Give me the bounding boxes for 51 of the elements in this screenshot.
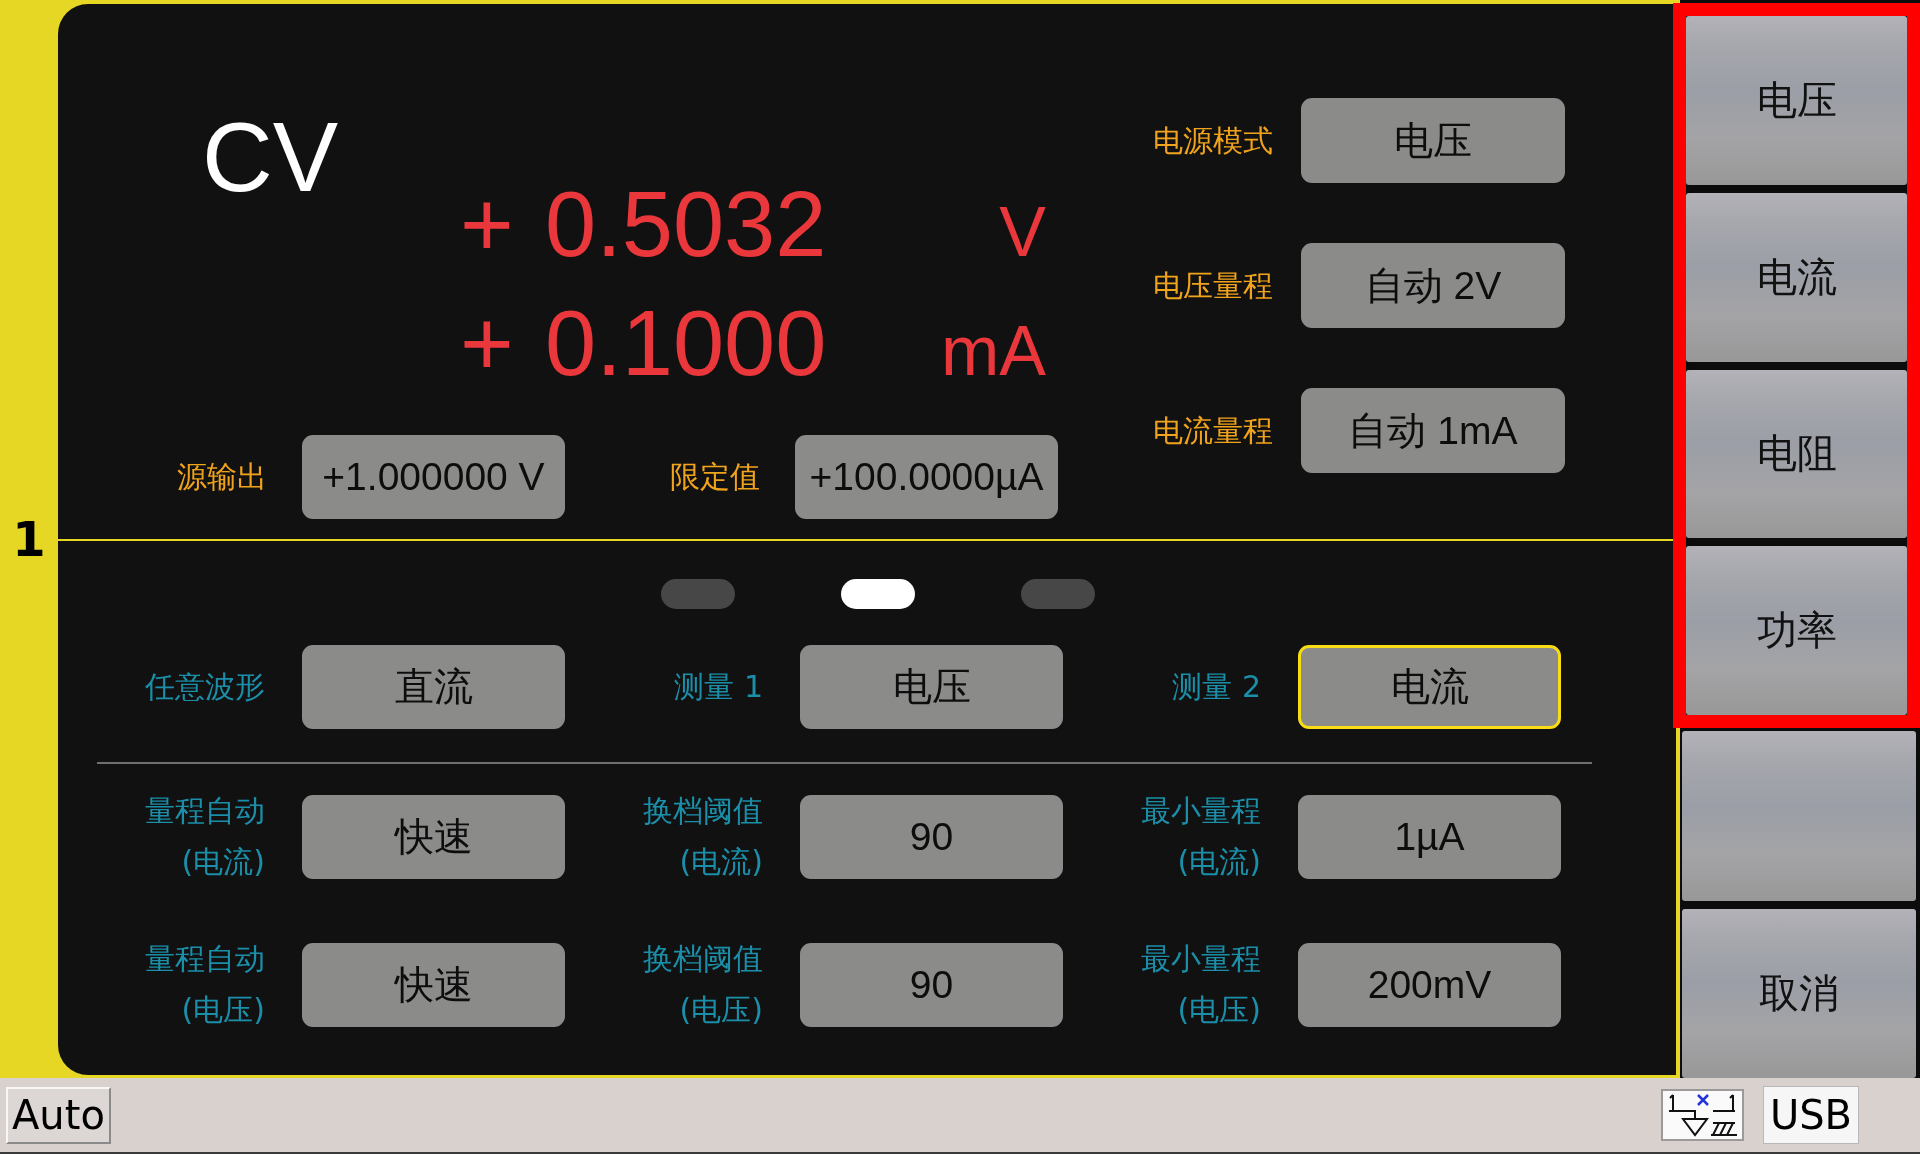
mode-label: CV [202, 108, 339, 206]
setting-label: 源输出 [177, 458, 267, 496]
setting-label: 最小量程 [1141, 940, 1261, 978]
softkey-button[interactable]: 功率 [1686, 546, 1907, 715]
softkey-button[interactable]: 电压 [1686, 16, 1907, 185]
setting-label: 电源模式 [1153, 121, 1273, 160]
setting-label: 量程自动 [145, 792, 265, 830]
reading-unit: mA [941, 316, 1046, 386]
setting-label: 测量 2 [1172, 668, 1261, 706]
setting-label: 最小量程 [1141, 792, 1261, 830]
value-button[interactable]: +100.0000µA [795, 435, 1058, 519]
reading-value: 0.5032 [545, 178, 827, 270]
value-button[interactable]: 电压 [800, 645, 1063, 729]
setting-qualifier: (电流) [679, 843, 763, 881]
softkey-button[interactable]: 取消 [1682, 908, 1916, 1078]
value-button[interactable]: 200mV [1298, 942, 1561, 1027]
value-button[interactable]: 自动 1mA [1301, 388, 1565, 473]
setting-label: 量程自动 [145, 940, 265, 978]
connection-indicator: USB [1762, 1086, 1859, 1144]
value-button[interactable]: +1.000000 V [302, 435, 565, 519]
value-button[interactable]: 自动 2V [1301, 243, 1565, 328]
setting-qualifier: (电流) [181, 843, 265, 881]
value-button[interactable]: 电流 [1298, 645, 1561, 729]
mode-indicator: Auto [6, 1086, 111, 1144]
channel-number: 1 [12, 515, 46, 563]
setting-label: 电流量程 [1153, 411, 1273, 450]
setting-label: 任意波形 [145, 668, 265, 706]
softkey-button[interactable]: 电阻 [1686, 369, 1907, 539]
value-button[interactable]: 90 [800, 942, 1063, 1027]
blank-softkey[interactable] [1682, 731, 1916, 901]
value-button[interactable]: 直流 [302, 645, 565, 729]
setting-qualifier: (电压) [181, 991, 265, 1029]
setting-label: 换档阈值 [643, 792, 763, 830]
setting-label: 测量 1 [674, 668, 763, 706]
setting-qualifier: (电压) [679, 991, 763, 1029]
value-button[interactable]: 电压 [1301, 98, 1565, 183]
setting-qualifier: (电压) [1177, 991, 1261, 1029]
reading-sign: + [460, 297, 514, 389]
softkey-button[interactable]: 电流 [1686, 192, 1907, 362]
setting-label: 换档阈值 [643, 940, 763, 978]
reading-value: 0.1000 [545, 297, 827, 389]
value-button[interactable]: 快速 [302, 794, 565, 879]
setting-qualifier: (电流) [1177, 843, 1261, 881]
reading-unit: V [999, 197, 1046, 267]
value-button[interactable]: 90 [800, 794, 1063, 879]
value-button[interactable]: 快速 [302, 942, 565, 1027]
setting-label: 限定值 [670, 458, 760, 496]
setting-label: 电压量程 [1153, 266, 1273, 305]
reading-sign: + [460, 178, 514, 270]
value-button[interactable]: 1µA [1298, 794, 1561, 879]
ground-terminal-icon [1660, 1089, 1744, 1141]
